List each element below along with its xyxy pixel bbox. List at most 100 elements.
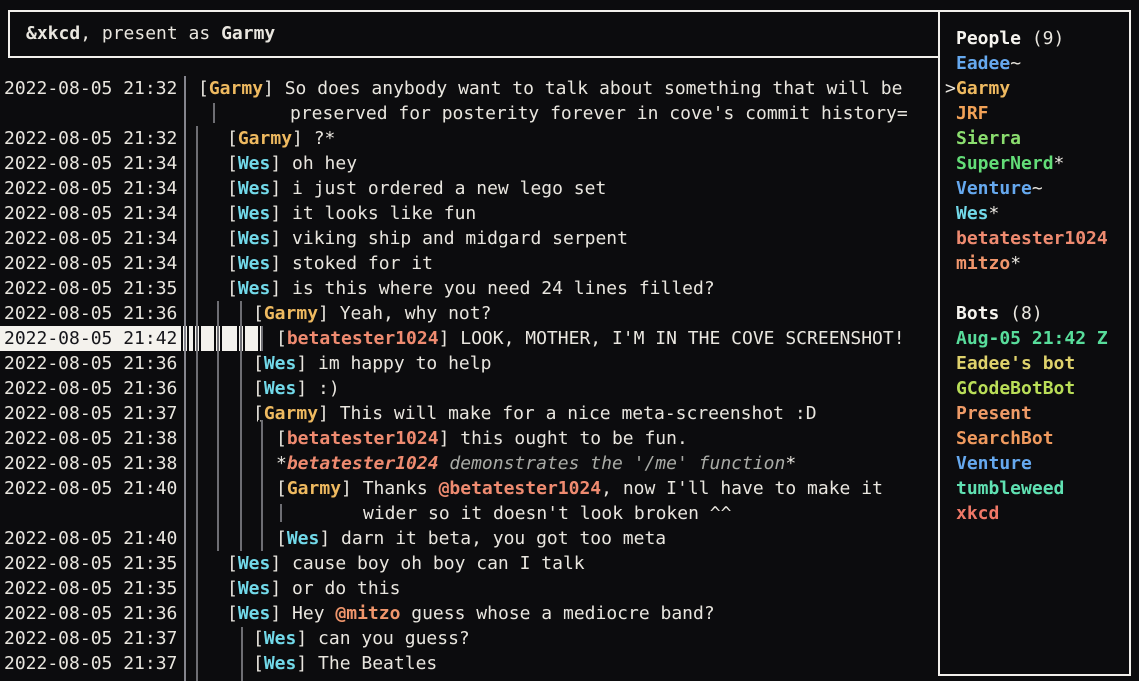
chat-message-row[interactable]: preserved for posterity forever in cove'… [0, 101, 938, 126]
author-name: Wes [238, 578, 271, 599]
sidebar-bot-venture[interactable]: Venture [940, 451, 1129, 476]
chat-message-row[interactable]: 2022-08-05 21:36[Wes] im happy to help [0, 351, 938, 376]
chat-message-row[interactable]: 2022-08-05 21:40[Wes] darn it beta, you … [0, 526, 938, 551]
message-segment: [ [253, 653, 264, 674]
user-name: betatester1024 [956, 228, 1108, 249]
channel-header: &xkcd, present as Garmy [8, 10, 942, 58]
chat-message-row[interactable]: 2022-08-05 21:38[betatester1024] this ou… [0, 426, 938, 451]
user-name: Sierra [956, 128, 1021, 149]
user-name: JRF [956, 103, 989, 124]
message-segment: ] can you guess? [296, 628, 469, 649]
message-segment: demonstrates the '/me' function [439, 453, 786, 474]
author-name: Wes [238, 278, 271, 299]
author-name: Wes [238, 553, 271, 574]
sidebar-bot-gcodebotbot[interactable]: GCodeBotBot [940, 376, 1129, 401]
chat-message-row[interactable]: 2022-08-05 21:40[Garmy] Thanks @betatest… [0, 476, 938, 501]
message-text: wider so it doesn't look broken ^^ [363, 501, 731, 526]
user-name: Garmy [956, 78, 1010, 99]
author-name: Wes [238, 253, 271, 274]
message-text: [Garmy] ?* [227, 126, 335, 151]
sidebar-user-garmy[interactable]: >Garmy [940, 76, 1129, 101]
timestamp: 2022-08-05 21:37 [4, 651, 177, 676]
chat-message-row[interactable]: 2022-08-05 21:34[Wes] oh hey [0, 151, 938, 176]
sidebar-user-wes[interactable]: Wes* [940, 201, 1129, 226]
chat-message-row[interactable]: 2022-08-05 21:38*betatester1024 demonstr… [0, 451, 938, 476]
message-segment: [ [227, 203, 238, 224]
chat-message-row[interactable]: 2022-08-05 21:42[betatester1024] LOOK, M… [0, 326, 938, 351]
chat-message-row[interactable]: 2022-08-05 21:36[Wes] :) [0, 376, 938, 401]
message-segment: ] Thanks [341, 478, 439, 499]
chat-message-row[interactable]: 2022-08-05 21:36[Wes] Hey @mitzo guess w… [0, 601, 938, 626]
message-text: [Garmy] Thanks @betatester1024, now I'll… [276, 476, 883, 501]
people-sidebar: People(9) Eadee~>GarmyJRF SierraSuperNerd… [938, 10, 1131, 676]
chat-message-row[interactable]: 2022-08-05 21:34[Wes] i just ordered a n… [0, 176, 938, 201]
message-segment: ] viking ship and midgard serpent [270, 228, 628, 249]
chat-message-row[interactable]: 2022-08-05 21:37 [Wes] The Beatles [0, 651, 938, 676]
bots-list: Aug-05 21:42 ZEadee's bot GCodeBotBotPres… [940, 326, 1129, 526]
sidebar-user-venture[interactable]: Venture~ [940, 176, 1129, 201]
message-segment: [ [276, 428, 287, 449]
chat-message-row[interactable]: 2022-08-05 21:32[Garmy] So does anybody … [0, 76, 938, 101]
chat-message-row[interactable]: wider so it doesn't look broken ^^ [0, 501, 938, 526]
sidebar-bot-present[interactable]: Present [940, 401, 1129, 426]
sidebar-bot-eadee-s-bot[interactable]: Eadee's bot [940, 351, 1129, 376]
sidebar-bot-xkcd[interactable]: xkcd [940, 501, 1129, 526]
user-status-suffix: * [1010, 253, 1021, 274]
user-name: SearchBot [956, 428, 1054, 449]
timestamp: 2022-08-05 21:35 [4, 576, 177, 601]
message-segment: [ [253, 628, 264, 649]
author-name: @mitzo [335, 603, 400, 624]
message-segment: [ [276, 478, 287, 499]
chat-log: 2022-08-05 21:32[Garmy] So does anybody … [0, 76, 938, 681]
author-name: Wes [287, 528, 320, 549]
chat-message-row[interactable]: 2022-08-05 21:35 [Wes] is this where you … [0, 276, 938, 301]
message-segment: [ [227, 603, 238, 624]
user-name: Venture [956, 453, 1032, 474]
message-text: [Wes] cause boy oh boy can I talk [227, 551, 585, 576]
sidebar-bot-aug-05-21-42-z[interactable]: Aug-05 21:42 Z [940, 326, 1129, 351]
sidebar-user-sierra[interactable]: Sierra [940, 126, 1129, 151]
message-segment: [ [198, 78, 209, 99]
chat-message-row[interactable]: 2022-08-05 21:32[Garmy] ?* [0, 126, 938, 151]
sidebar-user-eadee[interactable]: Eadee~ [940, 51, 1129, 76]
user-name: GCodeBotBot [956, 378, 1075, 399]
people-section-header: People(9) [940, 26, 1129, 51]
author-name: betatester1024 [287, 453, 439, 474]
chat-message-row[interactable]: 2022-08-05 21:34[Wes] stoked for it [0, 251, 938, 276]
sidebar-user-mitzo[interactable]: mitzo* [940, 251, 1129, 276]
message-segment: ] is this where you need 24 lines filled… [270, 278, 714, 299]
chat-message-row[interactable]: 2022-08-05 21:34[Wes] it looks like fun [0, 201, 938, 226]
timestamp: 2022-08-05 21:38 [4, 451, 177, 476]
message-segment: ] this ought to be fun. [439, 428, 688, 449]
channel-header-text: , present as [80, 23, 221, 44]
sidebar-user-supernerd[interactable]: SuperNerd* [940, 151, 1129, 176]
message-text: [Wes] is this where you need 24 lines fi… [227, 276, 715, 301]
timestamp: 2022-08-05 21:36 [4, 351, 177, 376]
author-name: Wes [264, 378, 297, 399]
timestamp: 2022-08-05 21:35 [4, 276, 177, 301]
people-list: Eadee~>GarmyJRF SierraSuperNerd*Venture~W… [940, 51, 1129, 276]
chat-message-row[interactable]: 2022-08-05 21:34[Wes] viking ship and mi… [0, 226, 938, 251]
message-text: [betatester1024] LOOK, MOTHER, I'M IN TH… [276, 326, 905, 351]
sidebar-bot-tumbleweed[interactable]: tumbleweed [940, 476, 1129, 501]
chat-message-row[interactable]: 2022-08-05 21:37[Garmy] This will make f… [0, 401, 938, 426]
message-segment: [ [276, 528, 287, 549]
message-text: [Wes] The Beatles [253, 651, 437, 676]
chat-message-row[interactable]: 2022-08-05 21:37[Wes] can you guess? [0, 626, 938, 651]
bots-section-header: Bots(8) [940, 301, 1129, 326]
sidebar-user-jrf[interactable]: JRF [940, 101, 1129, 126]
message-segment: ] Yeah, why not? [318, 303, 491, 324]
author-name: betatester1024 [287, 428, 439, 449]
sidebar-user-betatester1024[interactable]: betatester1024 [940, 226, 1129, 251]
chat-message-row[interactable]: 2022-08-05 21:35[Wes] or do this [0, 576, 938, 601]
chat-message-row[interactable]: 2022-08-05 21:35[Wes] cause boy oh boy c… [0, 551, 938, 576]
timestamp: 2022-08-05 21:40 [4, 526, 177, 551]
timestamp: 2022-08-05 21:34 [4, 251, 177, 276]
message-text: [Wes] it looks like fun [227, 201, 476, 226]
message-segment: guess whose a mediocre band? [400, 603, 714, 624]
message-segment: wider so it doesn't look broken ^^ [363, 503, 731, 524]
chat-message-row[interactable]: 2022-08-05 21:36[Garmy] Yeah, why not? [0, 301, 938, 326]
user-name: Eadee's bot [956, 353, 1075, 374]
user-status-suffix: ~ [1010, 53, 1021, 74]
sidebar-bot-searchbot[interactable]: SearchBot [940, 426, 1129, 451]
